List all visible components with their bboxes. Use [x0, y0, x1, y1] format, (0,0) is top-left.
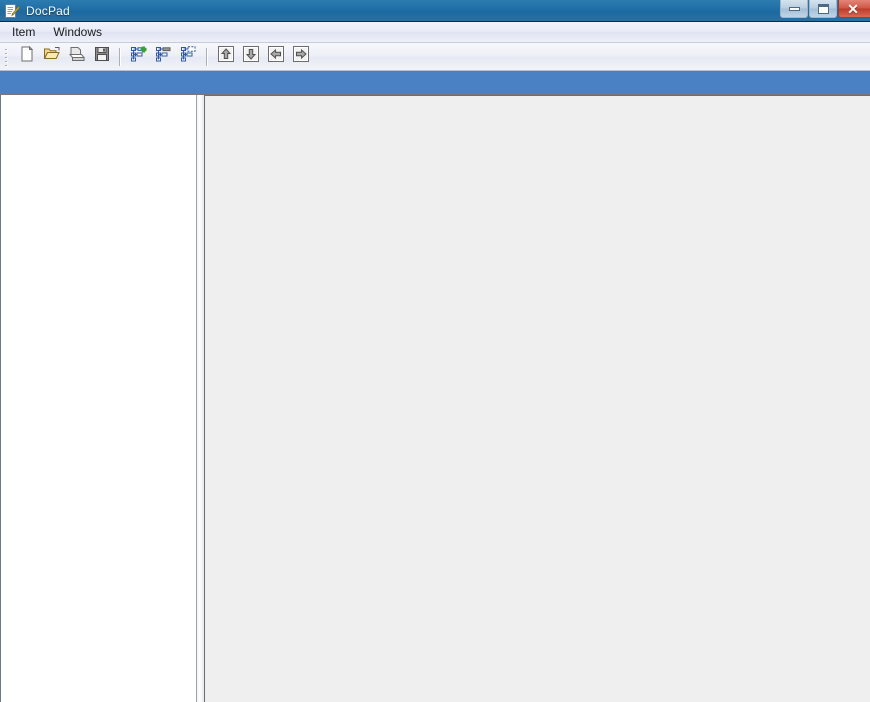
edit-tree-node-icon	[155, 45, 173, 68]
menu-item-windows[interactable]: Windows	[47, 23, 110, 42]
arrow-right-icon	[291, 44, 311, 69]
menu-bar: Item Windows	[0, 22, 870, 43]
open-folder-button[interactable]	[40, 46, 63, 68]
open-folder-icon	[43, 45, 61, 68]
move-right-button[interactable]	[289, 46, 312, 68]
remove-item-button[interactable]	[177, 46, 200, 68]
toolbar	[0, 43, 870, 71]
add-item-button[interactable]	[127, 46, 150, 68]
move-left-button[interactable]	[264, 46, 287, 68]
accent-band	[0, 71, 870, 95]
docpad-window: DocPad ✕ Item Windows	[0, 0, 870, 702]
add-tree-node-icon	[130, 45, 148, 68]
move-down-button[interactable]	[239, 46, 262, 68]
workspace	[0, 95, 870, 702]
save-as-icon	[68, 45, 86, 68]
move-up-button[interactable]	[214, 46, 237, 68]
maximize-icon	[817, 3, 829, 14]
new-document-icon	[18, 45, 36, 68]
edit-item-button[interactable]	[152, 46, 175, 68]
close-icon: ✕	[847, 0, 859, 17]
toolbar-grip-handle[interactable]	[4, 46, 11, 67]
window-controls: ✕	[779, 0, 870, 20]
menu-item-item[interactable]: Item	[6, 23, 43, 42]
panel-splitter[interactable]	[197, 95, 204, 702]
minimize-icon	[788, 6, 800, 11]
arrow-down-icon	[241, 44, 261, 69]
toolbar-separator	[206, 47, 208, 66]
arrow-up-icon	[216, 44, 236, 69]
new-document-button[interactable]	[15, 45, 38, 68]
maximize-button[interactable]	[809, 0, 837, 18]
minimize-button[interactable]	[780, 0, 808, 18]
save-as-button[interactable]	[65, 46, 88, 68]
arrow-left-icon	[266, 44, 286, 69]
toolbar-separator	[119, 47, 121, 66]
document-content-panel[interactable]	[204, 95, 870, 702]
save-button[interactable]	[90, 46, 113, 68]
docpad-document-pencil-icon	[4, 3, 21, 19]
delete-tree-node-icon	[180, 45, 198, 68]
save-floppy-icon	[93, 45, 111, 68]
title-bar: DocPad ✕	[0, 0, 870, 22]
close-button[interactable]: ✕	[838, 0, 870, 18]
document-tree-panel[interactable]	[0, 95, 197, 702]
window-title: DocPad	[26, 3, 70, 18]
